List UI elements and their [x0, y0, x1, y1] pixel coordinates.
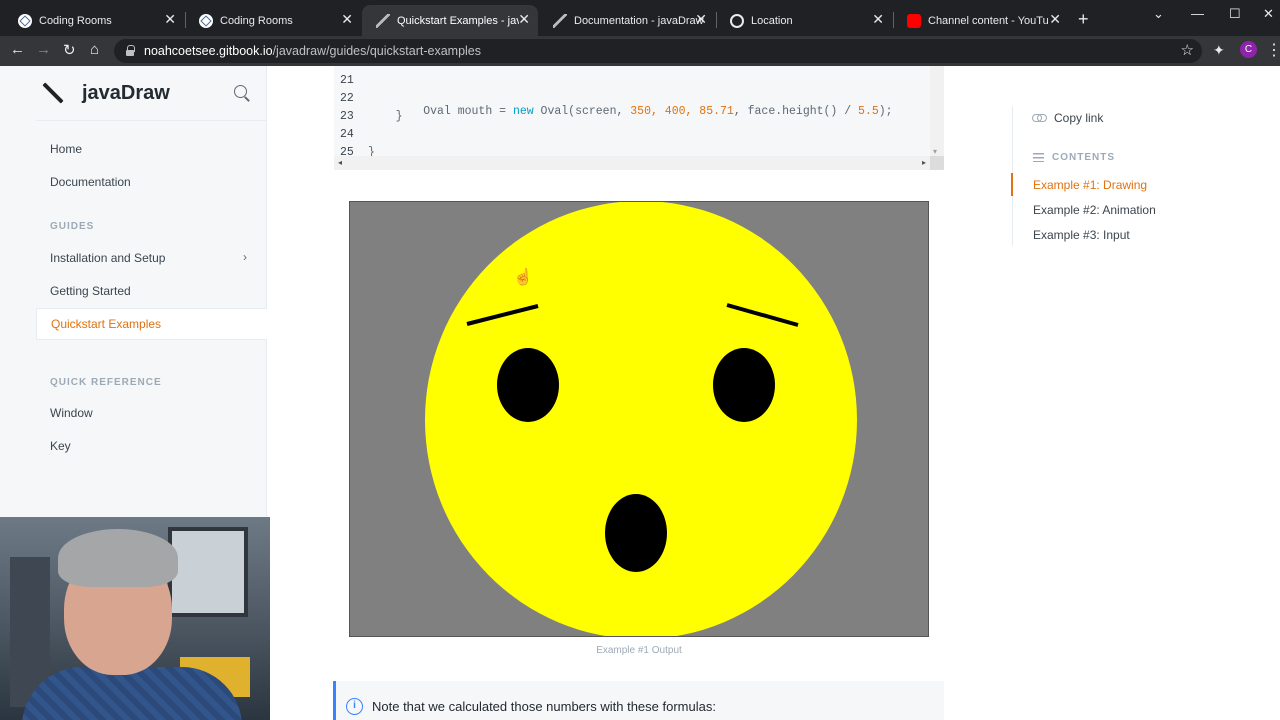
new-tab-plus-icon[interactable]: +	[1078, 9, 1089, 30]
hand-cursor-icon: ☝	[513, 269, 533, 286]
left-eye	[497, 348, 559, 422]
face-circle	[425, 202, 857, 636]
search-icon[interactable]	[233, 84, 251, 102]
profile-avatar[interactable]: C	[1240, 41, 1257, 58]
browser-tab[interactable]: Channel content - YouTube ✕	[893, 5, 1069, 36]
code-line: 23 }	[340, 110, 403, 123]
browser-tab-active[interactable]: Quickstart Examples - javaD ✕	[362, 5, 538, 36]
coding-rooms-icon	[18, 13, 32, 28]
coding-rooms-icon	[199, 13, 213, 28]
contents-heading: CONTENTS	[1033, 152, 1115, 163]
figure-caption: Example #1 Output	[596, 645, 682, 656]
smiley-drawing	[350, 202, 928, 636]
code-block[interactable]: 21 22 Oval mouth = new Oval(screen, 350,…	[334, 66, 944, 170]
address-bar[interactable]: noahcoetsee.gitbook.io/javadraw/guides/q…	[114, 39, 1202, 63]
tab-search-chevron-icon[interactable]: ⌄	[1153, 6, 1164, 22]
sidebar-item-home[interactable]: Home	[36, 133, 267, 165]
toc-item-drawing[interactable]: Example #1: Drawing	[1033, 178, 1147, 192]
bookmark-star-icon[interactable]: ☆	[1181, 41, 1194, 59]
maximize-icon[interactable]: ☐	[1229, 6, 1241, 22]
code-vertical-scrollbar[interactable]	[930, 66, 944, 156]
hint-box: i Note that we calculated those numbers …	[333, 681, 944, 720]
reload-icon[interactable]: ↻	[63, 41, 76, 59]
close-tab-icon[interactable]: ✕	[872, 11, 884, 28]
sidebar-item-window[interactable]: Window	[36, 397, 267, 429]
webcam-overlay	[0, 517, 270, 720]
scroll-left-icon[interactable]: ◂	[338, 158, 342, 167]
sidebar-item-key[interactable]: Key	[36, 430, 267, 462]
code-line: 24	[340, 128, 354, 141]
close-tab-icon[interactable]: ✕	[1049, 11, 1061, 28]
mouth	[605, 494, 667, 572]
back-arrow-icon[interactable]: ←	[10, 41, 25, 58]
toc-item-animation[interactable]: Example #2: Animation	[1033, 203, 1156, 217]
chevron-right-icon[interactable]: ›	[243, 250, 247, 264]
javadraw-icon	[376, 13, 390, 28]
browser-toolbar: ← → ↻ ⌂ noahcoetsee.gitbook.io/javadraw/…	[0, 36, 1280, 66]
browser-tab[interactable]: Coding Rooms ✕	[4, 5, 184, 36]
sidebar-item-documentation[interactable]: Documentation	[36, 166, 267, 198]
sidebar-item-quickstart-examples[interactable]: Quickstart Examples	[36, 308, 267, 340]
javadraw-icon	[553, 13, 567, 28]
sidebar-heading-quick-reference: QUICK REFERENCE	[50, 377, 162, 388]
youtube-icon	[907, 13, 921, 28]
close-tab-icon[interactable]: ✕	[695, 11, 707, 28]
link-icon	[1032, 113, 1047, 123]
example-output-image	[349, 201, 929, 637]
window-close-icon[interactable]: ✕	[1263, 6, 1274, 22]
lock-icon[interactable]	[126, 45, 135, 56]
forward-arrow-icon[interactable]: →	[36, 41, 51, 58]
close-tab-icon[interactable]: ✕	[341, 11, 353, 28]
browser-tab[interactable]: Coding Rooms ✕	[185, 5, 361, 36]
home-icon[interactable]: ⌂	[90, 41, 99, 58]
globe-icon	[730, 13, 744, 28]
code-line: 21	[340, 74, 354, 87]
code-line: 22 Oval mouth = new Oval(screen, 350, 40…	[340, 92, 893, 118]
browser-menu-icon[interactable]: ⋮	[1266, 40, 1280, 60]
close-tab-icon[interactable]: ✕	[518, 11, 530, 28]
browser-tab[interactable]: Documentation - javaDraw ✕	[539, 5, 715, 36]
minimize-icon[interactable]: —	[1191, 6, 1204, 21]
javadraw-logo-icon	[36, 78, 66, 108]
code-horizontal-scrollbar[interactable]: ◂ ▸	[334, 156, 944, 170]
close-tab-icon[interactable]: ✕	[164, 11, 176, 28]
toc-item-input[interactable]: Example #3: Input	[1033, 228, 1130, 242]
sidebar-item-getting-started[interactable]: Getting Started	[36, 275, 267, 307]
list-icon	[1033, 153, 1044, 162]
sidebar-item-installation[interactable]: Installation and Setup ›	[36, 242, 267, 274]
brand[interactable]: javaDraw	[36, 78, 170, 108]
info-icon: i	[346, 698, 363, 715]
extensions-puzzle-icon[interactable]: ✦	[1213, 42, 1225, 59]
browser-tab[interactable]: Location ✕	[716, 5, 892, 36]
sidebar-heading-guides: GUIDES	[50, 221, 95, 232]
copy-link-button[interactable]: Copy link	[1032, 111, 1103, 125]
right-eye	[713, 348, 775, 422]
scroll-right-icon[interactable]: ▸	[922, 158, 926, 167]
browser-tab-strip: Coding Rooms ✕ Coding Rooms ✕ Quickstart…	[0, 0, 1280, 36]
code-line: 25}	[340, 146, 375, 159]
